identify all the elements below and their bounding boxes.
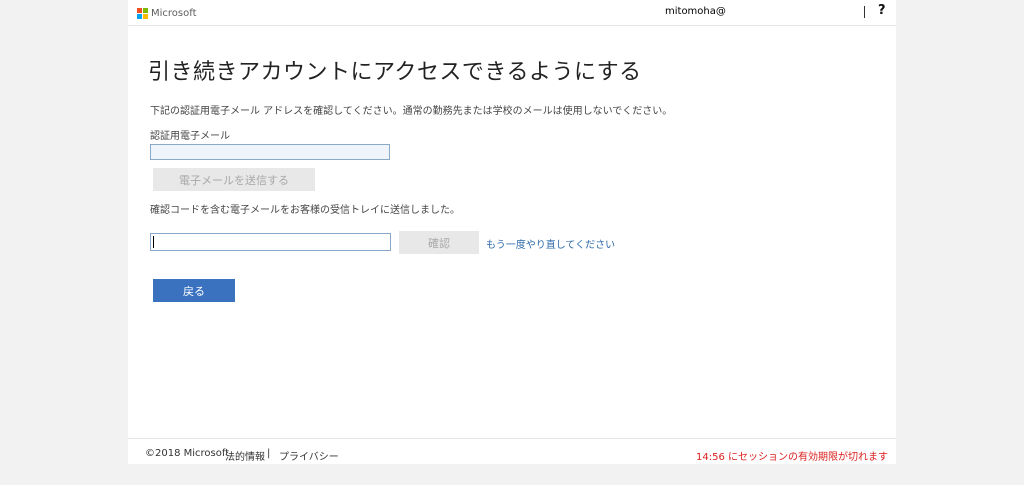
page-title: 引き続きアカウントにアクセスできるようにする bbox=[148, 60, 642, 85]
footer: ©2018 Microsoft 法的情報 | プライバシー 14:56 にセッシ… bbox=[128, 438, 896, 465]
confirm-button[interactable]: 確認 bbox=[399, 231, 479, 254]
footer-separator: | bbox=[267, 448, 271, 459]
copyright-text: ©2018 Microsoft bbox=[145, 448, 230, 459]
send-email-button[interactable]: 電子メールを送信する bbox=[153, 168, 315, 191]
microsoft-logo-icon bbox=[137, 7, 148, 19]
page-container: Microsoft mitomoha@ ? 引き続きアカウントにアクセスできるよ… bbox=[128, 0, 896, 464]
verification-code-input[interactable] bbox=[150, 233, 391, 251]
header-divider bbox=[864, 6, 865, 18]
retry-link[interactable]: もう一度やり直してください bbox=[486, 236, 615, 251]
session-expiry-warning: 14:56 にセッションの有効期限が切れます bbox=[696, 452, 888, 463]
legal-link[interactable]: 法的情報 bbox=[225, 448, 265, 463]
text-caret bbox=[153, 236, 154, 248]
description-text: 下記の認証用電子メール アドレスを確認してください。通常の勤務先または学校のメー… bbox=[150, 106, 673, 117]
privacy-link[interactable]: プライバシー bbox=[279, 448, 339, 463]
back-button[interactable]: 戻る bbox=[153, 279, 235, 302]
header: Microsoft mitomoha@ ? bbox=[128, 0, 896, 26]
code-sent-message: 確認コードを含む電子メールをお客様の受信トレイに送信しました。 bbox=[150, 205, 460, 216]
user-account-name[interactable]: mitomoha@ bbox=[665, 6, 726, 17]
brand-name: Microsoft bbox=[151, 7, 197, 19]
help-icon[interactable]: ? bbox=[878, 3, 886, 18]
email-label: 認証用電子メール bbox=[150, 131, 230, 142]
email-field[interactable] bbox=[150, 144, 390, 160]
microsoft-logo: Microsoft bbox=[137, 7, 197, 19]
